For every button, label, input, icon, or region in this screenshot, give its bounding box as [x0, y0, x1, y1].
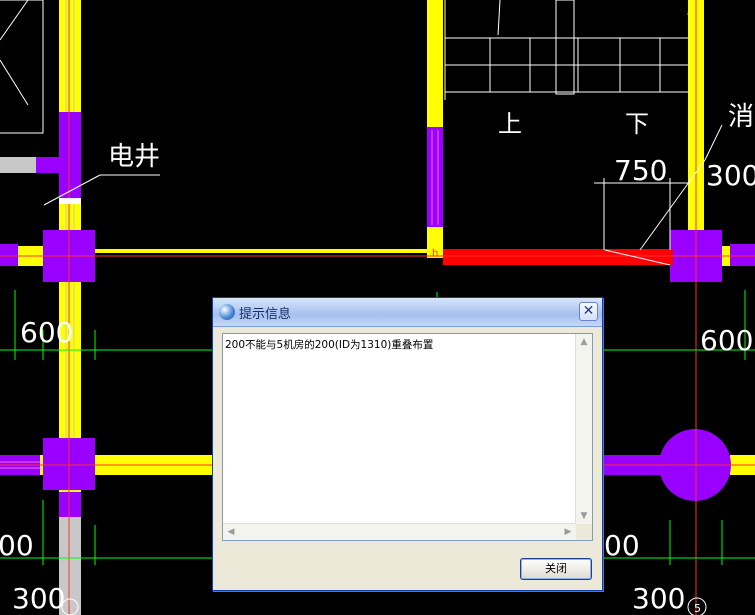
scroll-up-arrow-icon[interactable]: ▲ — [576, 334, 592, 350]
close-button[interactable]: 关闭 — [520, 558, 592, 580]
label-point-h: h — [432, 248, 438, 259]
label-dim-300-top: 300 — [706, 159, 755, 192]
label-dim-300-bl: 300 — [12, 582, 65, 615]
label-electric-shaft: 电井 — [108, 142, 160, 172]
label-dim-00-right: 00 — [604, 529, 640, 562]
label-dim-00-left: 00 — [0, 529, 34, 562]
vertical-scrollbar[interactable]: ▲ ▼ — [575, 334, 592, 524]
message-box[interactable]: 200不能与5机房的200(ID为1310)重叠布置 ▲ ▼ ◀ ▶ — [222, 333, 593, 541]
scroll-down-arrow-icon[interactable]: ▼ — [576, 508, 592, 524]
electric-shaft-marker — [59, 198, 81, 204]
label-fire: 消 — [728, 102, 754, 132]
dialog-titlebar[interactable]: 提示信息 ✕ — [213, 298, 602, 327]
scroll-left-arrow-icon[interactable]: ◀ — [223, 524, 239, 540]
horizontal-scrollbar[interactable]: ◀ ▶ — [223, 523, 576, 540]
elevator-box — [0, 0, 44, 134]
wall-gray — [0, 157, 36, 173]
stair-lines — [444, 0, 691, 100]
label-down: 下 — [625, 110, 649, 138]
label-dim-600-left: 600 — [20, 316, 73, 349]
scrollbar-corner — [576, 524, 592, 540]
dialog-title: 提示信息 — [239, 307, 292, 322]
label-up: 上 — [498, 110, 522, 138]
close-icon[interactable]: ✕ — [579, 302, 598, 321]
app-globe-icon — [219, 304, 235, 320]
label-bottom-number: 5 — [694, 602, 701, 615]
label-dim-750: 750 — [614, 154, 667, 187]
message-text: 200不能与5机房的200(ID为1310)重叠布置 — [225, 339, 434, 351]
label-dim-600-right: 600 — [700, 324, 753, 357]
scroll-right-arrow-icon[interactable]: ▶ — [560, 524, 576, 540]
info-dialog: 提示信息 ✕ 200不能与5机房的200(ID为1310)重叠布置 ▲ ▼ ◀ … — [212, 297, 603, 591]
label-dim-300-br: 300 — [632, 582, 685, 615]
beam-red — [443, 249, 673, 265]
